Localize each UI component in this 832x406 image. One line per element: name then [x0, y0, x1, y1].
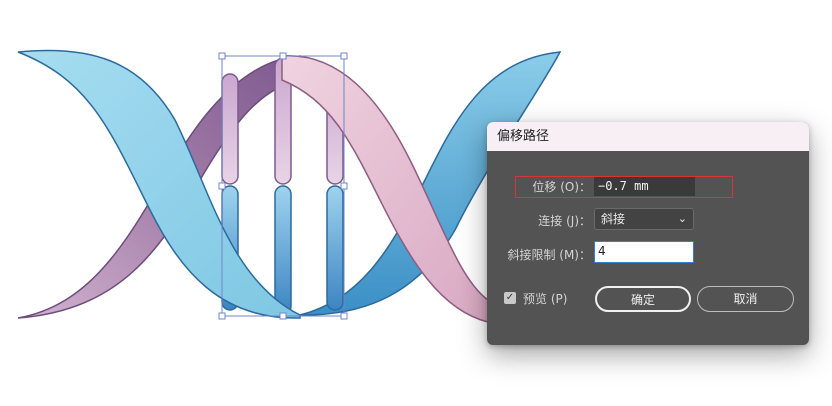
join-label: 连接 (J)： — [538, 214, 591, 228]
checkmark-icon: ✓ — [505, 292, 515, 303]
offset-path-dialog: 偏移路径 位移 (O)： −0.7 mm 连接 (J)： 斜接 ⌄ 斜接限制 (… — [487, 122, 809, 345]
miter-limit-input[interactable]: 4 — [594, 241, 694, 263]
preview-label[interactable]: 预览 (P) — [523, 290, 567, 307]
ok-button[interactable]: 确定 — [595, 286, 691, 312]
dialog-title: 偏移路径 — [487, 122, 809, 151]
chevron-down-icon: ⌄ — [677, 212, 687, 225]
offset-input[interactable]: −0.7 mm — [594, 177, 695, 196]
miter-limit-label: 斜接限制 (M)： — [507, 248, 591, 262]
join-select[interactable]: 斜接 ⌄ — [594, 208, 694, 230]
cancel-button[interactable]: 取消 — [697, 286, 794, 312]
preview-checkbox[interactable]: ✓ — [504, 292, 516, 304]
offset-label: 位移 (O)： — [532, 180, 591, 194]
join-value: 斜接 — [601, 212, 626, 226]
